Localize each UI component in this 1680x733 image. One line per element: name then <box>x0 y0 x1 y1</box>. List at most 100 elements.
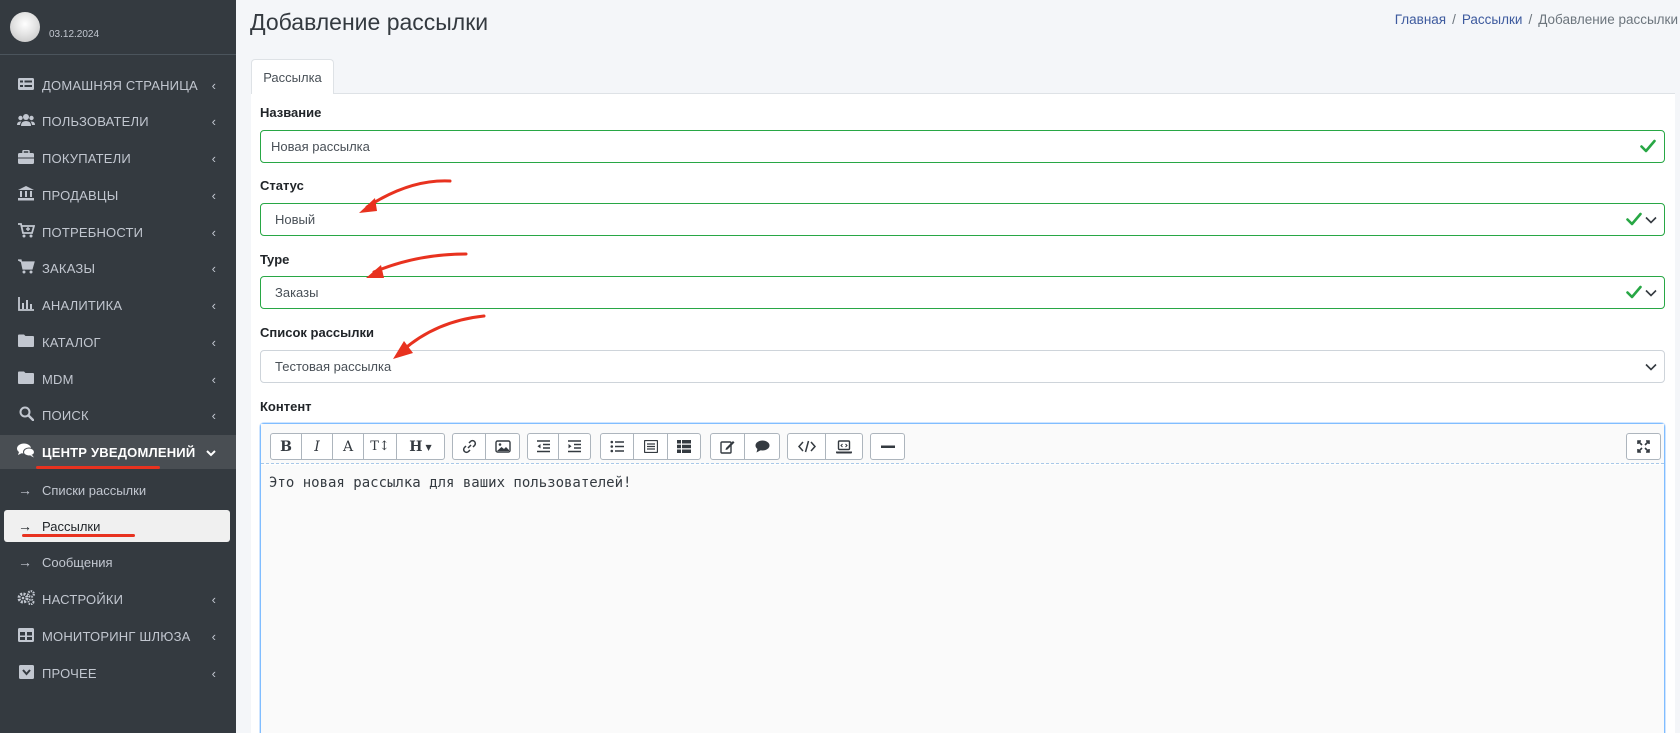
avatar[interactable] <box>10 12 40 42</box>
page-title: Добавление рассылки <box>250 9 489 35</box>
sidebar-subitem-label: Сообщения <box>42 554 113 570</box>
edit-group <box>710 433 780 460</box>
sidebar-item-sellers[interactable]: ПРОДАВЦЫ ‹ <box>0 178 236 212</box>
sidebar-item-catalog[interactable]: КАТАЛОГ ‹ <box>0 325 236 359</box>
mailing-list-label: Список рассылки <box>260 325 375 340</box>
sidebar-item-label: АНАЛИТИКА <box>42 297 123 313</box>
sidebar-item-label: ПОЛЬЗОВАТЕЛИ <box>42 113 149 129</box>
chevron-left-icon: ‹ <box>211 334 216 350</box>
valid-check-icon <box>1626 212 1642 226</box>
indent-button[interactable] <box>559 434 590 459</box>
comment-icon <box>755 440 769 453</box>
preview-button[interactable] <box>826 434 862 459</box>
chevron-left-icon: ‹ <box>211 260 216 276</box>
sidebar-subitem-mailing-lists[interactable]: → Списки рассылки <box>0 474 236 506</box>
sidebar-subitem-mailings[interactable]: → Рассылки <box>4 510 230 542</box>
horizontal-rule-button[interactable] <box>871 434 904 459</box>
sidebar-item-home[interactable]: ДОМАШНЯЯ СТРАНИЦА ‹ <box>0 68 236 102</box>
sidebar-item-mdm[interactable]: MDM ‹ <box>0 362 236 396</box>
chevron-down-icon <box>1645 216 1657 224</box>
link-button[interactable] <box>453 434 486 459</box>
user-date: 03.12.2024 <box>49 29 100 40</box>
folder-icon <box>16 371 36 387</box>
type-select[interactable]: Заказы <box>260 276 1665 309</box>
code-button[interactable] <box>788 434 826 459</box>
fullscreen-button[interactable] <box>1627 434 1660 459</box>
bank-icon <box>16 186 36 204</box>
status-label: Статус <box>260 178 304 193</box>
caret-down-icon: ▼ <box>425 441 432 452</box>
indent-icon <box>568 440 581 453</box>
sidebar-item-settings[interactable]: НАСТРОЙКИ ‹ <box>0 582 236 616</box>
gears-icon <box>16 590 36 608</box>
sidebar-item-label: ПОКУПАТЕЛИ <box>42 150 131 166</box>
mailing-list-select-value: Тестовая рассылка <box>275 359 392 374</box>
inbox-icon <box>16 664 36 682</box>
valid-check-icon <box>1626 285 1642 299</box>
font-style-group: B I A T↕ H ▼ <box>270 433 445 460</box>
breadcrumb-home-link[interactable]: Главная <box>1395 12 1446 27</box>
heading-dropdown-button[interactable]: H ▼ <box>397 434 444 459</box>
sidebar-item-search[interactable]: ПОИСК ‹ <box>0 398 236 432</box>
annotation-underline <box>36 466 160 469</box>
edit-icon <box>720 441 735 454</box>
rich-text-editor: B I A T↕ H ▼ Это новая рассылка для ваши… <box>260 423 1665 733</box>
sidebar-item-notifications[interactable]: ЦЕНТР УВЕДОМЛЕНИЙ <box>0 435 236 469</box>
chart-icon <box>16 296 36 314</box>
tab-mailing[interactable]: Рассылка <box>251 59 334 94</box>
sidebar-subitem-messages[interactable]: → Сообщения <box>0 546 236 578</box>
outdent-button[interactable] <box>528 434 559 459</box>
edit-button[interactable] <box>711 434 745 459</box>
type-select-value: Заказы <box>275 285 319 300</box>
sidebar-item-label: МОНИТОРИНГ ШЛЮЗА <box>42 628 191 644</box>
table-button[interactable] <box>634 434 668 459</box>
sidebar-item-other[interactable]: ПРОЧЕЕ ‹ <box>0 656 236 690</box>
sidebar-item-label: ПОИСК <box>42 407 89 423</box>
list-group <box>600 433 701 460</box>
italic-button[interactable]: I <box>302 434 333 459</box>
sidebar-item-label: MDM <box>42 371 74 387</box>
chevron-left-icon: ‹ <box>211 665 216 681</box>
briefcase-icon <box>16 149 36 167</box>
bold-button[interactable]: B <box>271 434 302 459</box>
editor-toolbar: B I A T↕ H ▼ <box>261 424 1664 464</box>
sidebar-subitem-label: Списки рассылки <box>42 482 147 498</box>
sidebar-subitem-label: Рассылки <box>42 518 101 534</box>
chevron-left-icon: ‹ <box>211 591 216 607</box>
list-grid-icon <box>677 440 691 453</box>
name-input[interactable]: Новая рассылка <box>260 130 1665 163</box>
image-button[interactable] <box>486 434 519 459</box>
font-color-button[interactable]: A <box>333 434 364 459</box>
code-icon <box>797 440 816 453</box>
valid-check-icon <box>1640 139 1656 153</box>
cart-plus-icon <box>16 223 36 241</box>
sidebar-item-label: ЗАКАЗЫ <box>42 260 96 276</box>
chevron-down-icon <box>206 445 216 460</box>
sidebar-item-buyers[interactable]: ПОКУПАТЕЛИ ‹ <box>0 141 236 175</box>
breadcrumb-mailings-link[interactable]: Рассылки <box>1462 12 1523 27</box>
chevron-left-icon: ‹ <box>211 407 216 423</box>
unordered-list-button[interactable] <box>601 434 634 459</box>
sidebar: 03.12.2024 ДОМАШНЯЯ СТРАНИЦА ‹ ПОЛЬЗОВАТ… <box>0 0 236 733</box>
sidebar-item-analytics[interactable]: АНАЛИТИКА ‹ <box>0 288 236 322</box>
sidebar-item-users[interactable]: ПОЛЬЗОВАТЕЛИ ‹ <box>0 104 236 138</box>
chevron-left-icon: ‹ <box>211 371 216 387</box>
sidebar-item-gateway-monitoring[interactable]: МОНИТОРИНГ ШЛЮЗА ‹ <box>0 619 236 653</box>
name-input-value: Новая рассылка <box>271 139 370 154</box>
breadcrumb-current: Добавление рассылки <box>1538 12 1678 27</box>
comment-button[interactable] <box>745 434 779 459</box>
grid-table-button[interactable] <box>668 434 700 459</box>
code-group <box>787 433 863 460</box>
hr-group <box>870 433 905 460</box>
breadcrumb: Главная / Рассылки / Добавление рассылки <box>1394 12 1678 27</box>
status-select[interactable]: Новый <box>260 203 1665 236</box>
mailing-list-select[interactable]: Тестовая рассылка <box>260 350 1665 383</box>
insert-group <box>452 433 520 460</box>
table-icon <box>16 627 36 645</box>
sidebar-item-orders[interactable]: ЗАКАЗЫ ‹ <box>0 251 236 285</box>
name-label: Название <box>260 105 322 120</box>
sidebar-item-needs[interactable]: ПОТРЕБНОСТИ ‹ <box>0 215 236 249</box>
link-icon <box>462 439 476 454</box>
content-editor-area[interactable]: Это новая рассылка для ваших пользовател… <box>261 465 1664 733</box>
font-size-button[interactable]: T↕ <box>364 434 397 459</box>
